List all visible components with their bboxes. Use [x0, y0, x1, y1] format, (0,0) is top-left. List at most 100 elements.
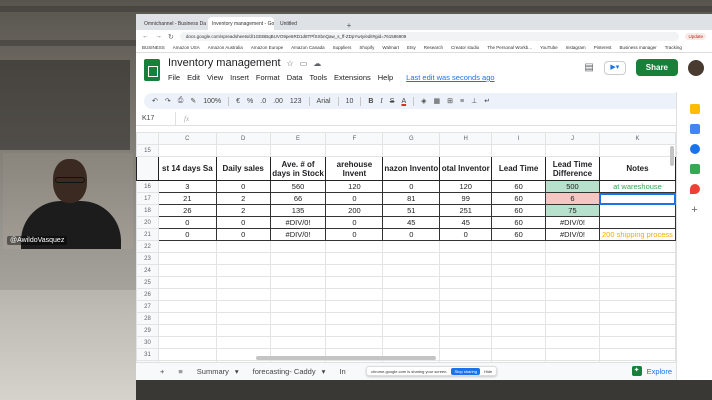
menu-format[interactable]: Format	[256, 73, 280, 82]
undo-icon[interactable]: ↶	[152, 97, 158, 105]
row-number[interactable]	[136, 156, 159, 181]
table-cell[interactable]: 0	[382, 228, 441, 241]
table-cell[interactable]: 560	[269, 180, 327, 193]
column-header[interactable]: F	[325, 132, 384, 145]
browser-tab[interactable]: Omnichannel - Business Dashboard	[140, 17, 206, 30]
table-cell[interactable]	[157, 324, 217, 337]
table-cell[interactable]	[269, 300, 327, 313]
bookmark[interactable]: The Personal Workb...	[487, 45, 532, 50]
table-cell[interactable]	[215, 276, 271, 289]
column-header[interactable]: C	[157, 132, 217, 145]
currency-format-button[interactable]: €	[236, 98, 240, 105]
table-cell[interactable]: 60	[491, 216, 546, 229]
table-cell[interactable]: 45	[439, 216, 493, 229]
row-number[interactable]: 26	[136, 288, 159, 301]
table-cell[interactable]: 200 shipping process	[598, 228, 676, 241]
table-cell[interactable]	[545, 300, 600, 313]
explore-button[interactable]: ✦ Explore	[631, 366, 672, 376]
bookmark[interactable]: Suppliers	[333, 45, 352, 50]
table-cell[interactable]: #DIV/0!	[269, 228, 327, 241]
valign-icon[interactable]: ⊥	[471, 97, 477, 105]
last-edit-link[interactable]: Last edit was seconds ago	[406, 73, 494, 82]
table-cell[interactable]	[491, 252, 546, 265]
fill-color-icon[interactable]: ◈	[421, 97, 426, 105]
table-cell[interactable]	[598, 336, 676, 349]
table-cell[interactable]	[439, 276, 493, 289]
bookmark[interactable]: Etsy	[407, 45, 416, 50]
move-folder-icon[interactable]: ▭	[300, 59, 308, 68]
table-cell[interactable]	[545, 252, 600, 265]
column-title[interactable]: Lead Time Difference	[545, 156, 600, 181]
update-button[interactable]: Update	[685, 33, 706, 40]
table-cell[interactable]: 135	[269, 204, 327, 217]
row-number[interactable]: 16	[136, 180, 159, 193]
table-cell[interactable]	[325, 300, 384, 313]
bookmark[interactable]: Amazon Canada	[291, 45, 325, 50]
table-cell[interactable]: #DIV/0!	[269, 216, 327, 229]
table-cell[interactable]	[215, 144, 271, 157]
url-input[interactable]: docs.google.com/spreadsheets/d/1GEBBqBUV…	[179, 32, 680, 41]
table-cell[interactable]	[325, 252, 384, 265]
document-title[interactable]: Inventory management	[168, 57, 281, 69]
zoom-select[interactable]: 100%	[203, 98, 221, 105]
table-cell[interactable]	[325, 336, 384, 349]
bookmark[interactable]: Instagram	[566, 45, 586, 50]
menu-file[interactable]: File	[168, 73, 180, 82]
print-icon[interactable]: ⎙	[178, 97, 184, 105]
table-cell[interactable]	[157, 264, 217, 277]
table-cell[interactable]	[439, 324, 493, 337]
table-cell[interactable]	[382, 312, 441, 325]
name-box[interactable]: K17	[136, 112, 176, 125]
column-title[interactable]: st 14 days Sa	[157, 156, 217, 181]
menu-tools[interactable]: Tools	[310, 73, 328, 82]
comment-history-icon[interactable]: ▤	[584, 62, 593, 73]
bookmark[interactable]: YouTube	[540, 45, 558, 50]
table-cell[interactable]	[157, 276, 217, 289]
row-number[interactable]: 22	[136, 240, 159, 253]
table-cell[interactable]	[491, 276, 546, 289]
row-number[interactable]: 24	[136, 264, 159, 277]
table-cell[interactable]: 0	[215, 216, 271, 229]
sheet-tab-in[interactable]: In	[339, 367, 345, 376]
table-cell[interactable]	[491, 240, 546, 253]
table-cell[interactable]	[215, 288, 271, 301]
table-cell[interactable]	[439, 240, 493, 253]
table-cell[interactable]: 81	[382, 192, 441, 205]
row-number[interactable]: 20	[136, 216, 159, 229]
column-title[interactable]: Lead Time	[491, 156, 546, 181]
table-cell[interactable]	[545, 144, 600, 157]
table-cell[interactable]: #DIV/0!	[545, 216, 600, 229]
table-cell[interactable]	[598, 348, 676, 361]
table-cell[interactable]: 120	[439, 180, 493, 193]
back-icon[interactable]: ←	[142, 33, 149, 40]
table-cell[interactable]: 200	[325, 204, 384, 217]
bookmark[interactable]: Research	[424, 45, 443, 50]
merge-cells-icon[interactable]: ⊞	[447, 97, 453, 105]
share-button[interactable]: Share	[635, 59, 678, 76]
menu-help[interactable]: Help	[378, 73, 393, 82]
contacts-icon[interactable]	[689, 164, 700, 174]
table-cell[interactable]	[382, 264, 441, 277]
table-cell[interactable]	[545, 264, 600, 277]
table-cell[interactable]	[215, 252, 271, 265]
table-cell[interactable]	[598, 144, 676, 157]
keep-icon[interactable]	[689, 124, 700, 134]
table-cell[interactable]: 0	[382, 180, 441, 193]
bookmark[interactable]: Amazon Europe	[251, 45, 283, 50]
column-header[interactable]: J	[545, 132, 600, 145]
table-cell[interactable]	[269, 336, 327, 349]
table-cell[interactable]	[269, 240, 327, 253]
table-cell[interactable]	[598, 312, 676, 325]
menu-edit[interactable]: Edit	[187, 73, 200, 82]
table-cell[interactable]	[439, 252, 493, 265]
cloud-status-icon[interactable]: ☁	[313, 59, 321, 68]
table-cell[interactable]: at wareshouse	[598, 180, 676, 193]
column-title[interactable]: nazon Invento	[382, 156, 441, 181]
table-cell[interactable]: 0	[325, 228, 384, 241]
table-cell[interactable]	[157, 252, 217, 265]
reload-icon[interactable]: ↻	[168, 33, 174, 41]
column-header[interactable]: D	[215, 132, 271, 145]
row-number[interactable]: 23	[136, 252, 159, 265]
column-header[interactable]: I	[491, 132, 546, 145]
increase-decimal-button[interactable]: .00	[273, 98, 283, 105]
